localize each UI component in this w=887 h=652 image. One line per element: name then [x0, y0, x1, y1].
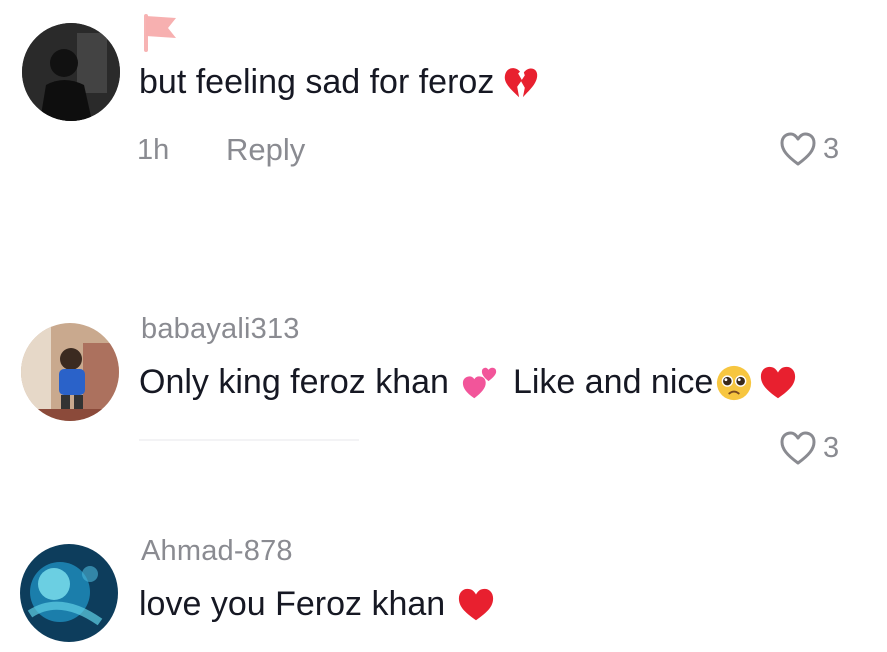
- comment-username[interactable]: babayali313: [141, 313, 300, 346]
- broken-heart-emoji: [502, 64, 540, 102]
- like-button[interactable]: 3: [779, 131, 839, 167]
- like-button[interactable]: 3: [779, 430, 839, 466]
- pleading-face-emoji: [715, 364, 753, 402]
- flag-icon: [140, 12, 180, 52]
- comment-text: love you Feroz khan: [139, 585, 495, 624]
- heart-outline-icon: [779, 430, 817, 466]
- comment-username[interactable]: Ahmad-878: [141, 535, 293, 568]
- reply-button[interactable]: Reply: [226, 132, 305, 168]
- avatar[interactable]: [22, 23, 120, 121]
- two-hearts-emoji: [461, 364, 499, 402]
- comment-text: but feeling sad for feroz: [139, 63, 540, 102]
- red-heart-emoji: [759, 364, 797, 402]
- comment-text: Only king feroz khan Like and nice: [139, 363, 797, 402]
- divider: [139, 439, 359, 441]
- heart-outline-icon: [779, 131, 817, 167]
- like-count: 3: [823, 132, 840, 165]
- avatar[interactable]: [21, 323, 119, 421]
- like-count: 3: [823, 431, 840, 464]
- comment-time: 1h: [137, 134, 170, 166]
- avatar[interactable]: [20, 544, 118, 642]
- red-heart-emoji: [457, 586, 495, 624]
